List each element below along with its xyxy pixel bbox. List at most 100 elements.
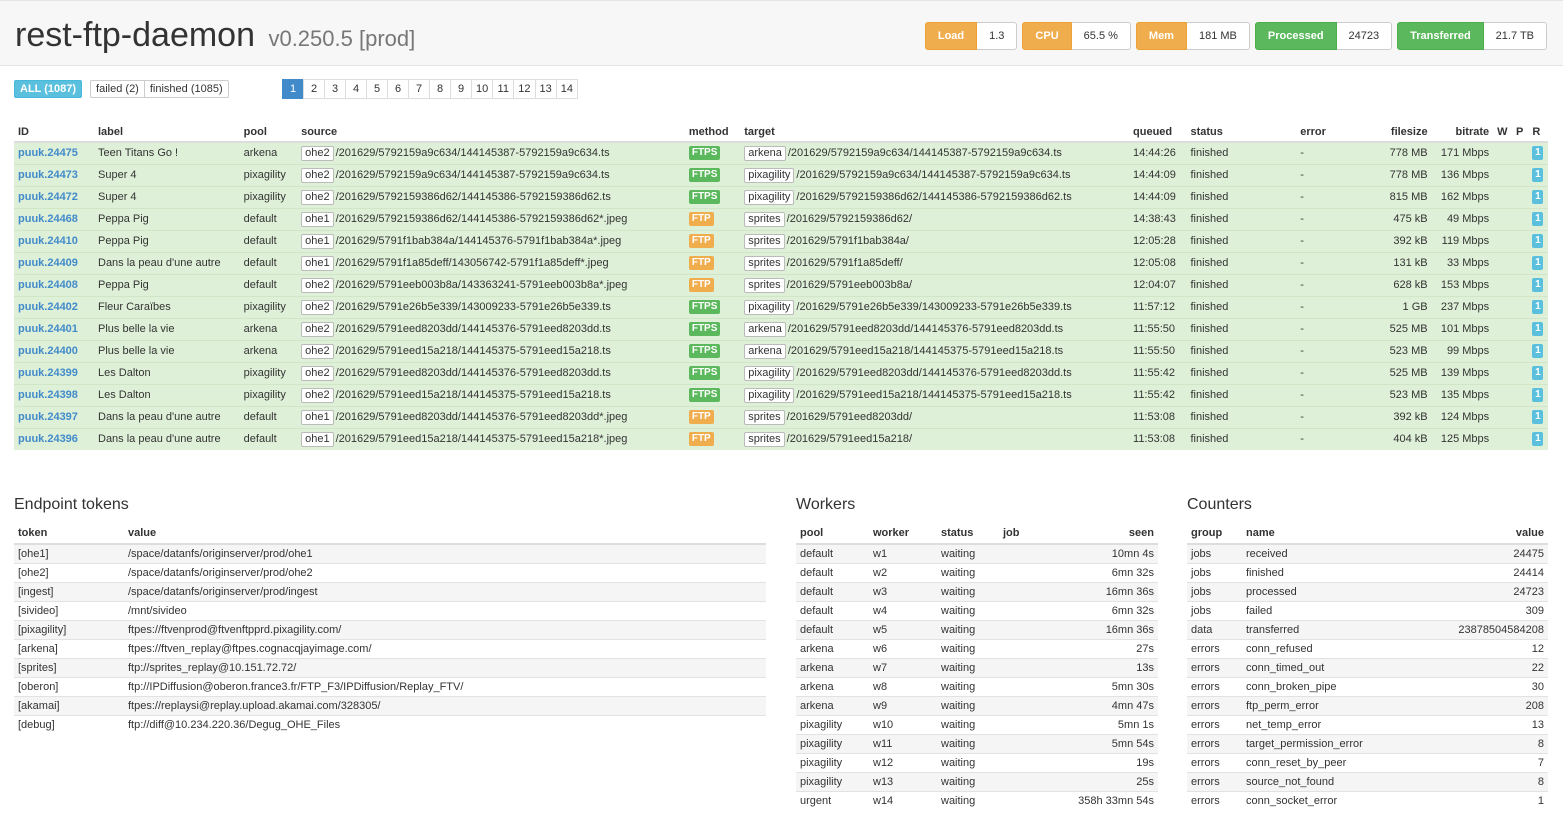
retry-badge: 1 bbox=[1532, 344, 1544, 358]
job-row[interactable]: puuk.24397 Dans la peau d'une autre defaul… bbox=[14, 405, 1548, 428]
worker-status: waiting bbox=[937, 657, 999, 677]
job-bitrate: 101 Mbps bbox=[1440, 323, 1490, 335]
page-link-14[interactable]: 14 bbox=[555, 79, 578, 99]
job-pool-cell: arkena bbox=[239, 141, 298, 164]
job-r-cell: 1 bbox=[1528, 141, 1548, 164]
page-link-10[interactable]: 10 bbox=[471, 79, 494, 99]
filter-finished-button[interactable]: finished (1085) bbox=[144, 80, 229, 98]
job-pool-cell: default bbox=[239, 405, 298, 428]
job-r-cell: 1 bbox=[1528, 361, 1548, 384]
job-id-link[interactable]: puuk.24397 bbox=[18, 411, 78, 423]
page-link-13[interactable]: 13 bbox=[534, 79, 557, 99]
job-row[interactable]: puuk.24396 Dans la peau d'une autre defaul… bbox=[14, 427, 1548, 450]
col-group: group bbox=[1187, 522, 1242, 545]
job-id-link[interactable]: puuk.24402 bbox=[18, 301, 78, 313]
job-pool: arkena bbox=[243, 323, 278, 335]
page-link-7[interactable]: 7 bbox=[408, 79, 430, 99]
counter-name: finished bbox=[1242, 562, 1417, 582]
job-error: - bbox=[1300, 169, 1304, 181]
job-filters: ALL (1087) failed (2) finished (1085) bbox=[14, 80, 229, 98]
retry-badge: 1 bbox=[1532, 146, 1544, 161]
target-token: sprites bbox=[744, 211, 785, 227]
job-id-link[interactable]: puuk.24408 bbox=[18, 279, 78, 291]
job-id-link[interactable]: puuk.24472 bbox=[18, 191, 78, 203]
page-link-5[interactable]: 5 bbox=[366, 79, 388, 99]
job-error: - bbox=[1300, 279, 1304, 291]
job-label-cell: Dans la peau d'une autre bbox=[94, 251, 240, 274]
worker-seen: 27s bbox=[1034, 638, 1158, 658]
target-path: /201629/5791f1a85deff/ bbox=[786, 256, 903, 269]
page-link-11[interactable]: 11 bbox=[492, 79, 515, 99]
job-row[interactable]: puuk.24468 Peppa Pig default ohe1/201629/57… bbox=[14, 207, 1548, 230]
job-row[interactable]: puuk.24399 Les Dalton pixagility ohe2/20162… bbox=[14, 361, 1548, 384]
page-link-1[interactable]: 1 bbox=[282, 79, 304, 99]
worker-pool: urgent bbox=[796, 790, 869, 810]
page-link-12[interactable]: 12 bbox=[513, 79, 536, 99]
source-token: ohe2 bbox=[301, 145, 334, 161]
retry-badge: 1 bbox=[1532, 278, 1544, 292]
job-filesize: 475 kB bbox=[1393, 213, 1428, 225]
filter-group: failed (2) finished (1085) bbox=[90, 80, 229, 98]
job-method-cell: FTPS bbox=[684, 163, 741, 186]
job-row[interactable]: puuk.24473 Super 4 pixagility ohe2/201629/5… bbox=[14, 163, 1548, 186]
page-link-8[interactable]: 8 bbox=[429, 79, 451, 99]
counter-value: 208 bbox=[1416, 695, 1548, 715]
page-link-6[interactable]: 6 bbox=[387, 79, 409, 99]
page-link-3[interactable]: 3 bbox=[324, 79, 346, 99]
target-token: arkena bbox=[744, 343, 786, 359]
page-link-9[interactable]: 9 bbox=[450, 79, 472, 99]
job-label-cell: Peppa Pig bbox=[94, 229, 240, 252]
job-error-cell: - bbox=[1296, 405, 1368, 428]
job-queued-cell: 12:05:28 bbox=[1129, 229, 1187, 252]
job-bitrate-cell: 171 Mbps bbox=[1431, 141, 1494, 164]
job-p-cell bbox=[1512, 339, 1529, 362]
endpoints-table: token value [ohe1]/space/datanfs/origins… bbox=[14, 522, 766, 734]
col-name: name bbox=[1242, 522, 1417, 545]
job-p-cell bbox=[1512, 427, 1529, 450]
counter-name: conn_timed_out bbox=[1242, 657, 1417, 677]
job-filesize: 525 MB bbox=[1389, 323, 1428, 335]
job-filesize-cell: 525 MB bbox=[1368, 361, 1432, 384]
endpoint-value: /space/datanfs/originserver/prod/ohe1 bbox=[124, 543, 766, 563]
job-row[interactable]: puuk.24398 Les Dalton pixagility ohe2/20162… bbox=[14, 383, 1548, 406]
worker-pool: pixagility bbox=[796, 733, 869, 753]
job-id-link[interactable]: puuk.24399 bbox=[18, 367, 78, 379]
col-status: status bbox=[937, 522, 999, 545]
job-p-cell bbox=[1512, 141, 1529, 164]
endpoint-value: ftpes://replaysi@replay.upload.akamai.co… bbox=[124, 695, 766, 715]
job-row[interactable]: puuk.24408 Peppa Pig default ohe2/201629/57… bbox=[14, 273, 1548, 296]
job-row[interactable]: puuk.24410 Peppa Pig default ohe1/201629/57… bbox=[14, 229, 1548, 252]
col-pool: pool bbox=[796, 522, 869, 545]
job-id-link[interactable]: puuk.24398 bbox=[18, 389, 78, 401]
counter-name: processed bbox=[1242, 581, 1417, 601]
target-path: /201629/5791eed8203dd/ bbox=[786, 410, 913, 423]
retry-badge: 1 bbox=[1532, 410, 1544, 424]
retry-badge: 1 bbox=[1532, 190, 1544, 204]
filter-failed-button[interactable]: failed (2) bbox=[90, 80, 145, 98]
job-row[interactable]: puuk.24401 Plus belle la vie arkena ohe2/20… bbox=[14, 317, 1548, 340]
job-id-link[interactable]: puuk.24401 bbox=[18, 323, 78, 335]
filter-all-button[interactable]: ALL (1087) bbox=[14, 80, 83, 98]
job-id-link[interactable]: puuk.24400 bbox=[18, 345, 78, 357]
endpoints-header-row: token value bbox=[14, 522, 766, 545]
job-row[interactable]: puuk.24400 Plus belle la vie arkena ohe2/20… bbox=[14, 339, 1548, 362]
page-link-2[interactable]: 2 bbox=[303, 79, 325, 99]
job-bitrate: 237 Mbps bbox=[1440, 301, 1490, 313]
job-row[interactable]: puuk.24402 Fleur Caraïbes pixagility ohe2/2… bbox=[14, 295, 1548, 318]
job-row[interactable]: puuk.24472 Super 4 pixagility ohe2/201629/5… bbox=[14, 185, 1548, 208]
source-path: /201629/5792159a9c634/144145387-5792159a… bbox=[335, 146, 610, 159]
worker-job bbox=[999, 695, 1035, 715]
job-id-link[interactable]: puuk.24473 bbox=[18, 169, 78, 181]
job-id-link[interactable]: puuk.24396 bbox=[18, 433, 78, 445]
job-id-link[interactable]: puuk.24409 bbox=[18, 257, 78, 269]
job-source-cell: ohe2/201629/5791eeb003b8a/143363241-5791… bbox=[297, 273, 685, 296]
job-id-link[interactable]: puuk.24475 bbox=[18, 147, 78, 159]
job-id-cell: puuk.24472 bbox=[14, 185, 94, 208]
col-status: status bbox=[1186, 122, 1297, 143]
job-row[interactable]: puuk.24409 Dans la peau d'une autre defaul… bbox=[14, 251, 1548, 274]
job-id-link[interactable]: puuk.24410 bbox=[18, 235, 78, 247]
job-source-cell: ohe2/201629/5791eed15a218/144145375-5791… bbox=[297, 383, 685, 406]
job-row[interactable]: puuk.24475 Teen Titans Go ! arkena ohe2/201… bbox=[14, 141, 1548, 164]
job-id-link[interactable]: puuk.24468 bbox=[18, 213, 78, 225]
page-link-4[interactable]: 4 bbox=[345, 79, 367, 99]
